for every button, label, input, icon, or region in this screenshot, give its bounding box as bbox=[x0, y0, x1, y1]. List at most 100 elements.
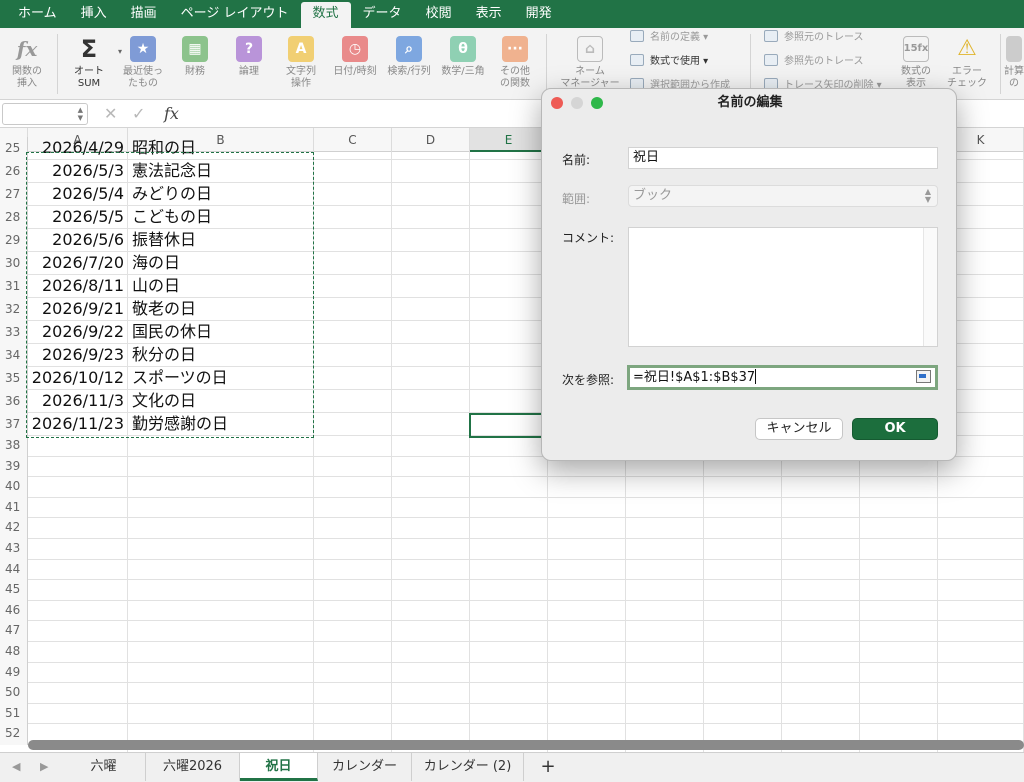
cell-holiday-name[interactable] bbox=[128, 477, 313, 500]
row-header[interactable]: 50 bbox=[0, 683, 28, 704]
next-sheet-icon[interactable]: ▶ bbox=[40, 760, 48, 773]
more-functions-button[interactable]: ··· その他 の関数 bbox=[492, 28, 538, 100]
cell-date[interactable]: 2026/4/29 bbox=[28, 137, 127, 160]
cell-holiday-name[interactable]: 海の日 bbox=[128, 252, 313, 275]
ribbon-tab[interactable]: ホーム bbox=[6, 2, 69, 28]
cell-holiday-name[interactable]: 振替休日 bbox=[128, 229, 313, 252]
trace-dependents-button[interactable]: 参照先のトレース bbox=[764, 54, 864, 70]
sheet-tab[interactable]: カレンダー (2) bbox=[412, 753, 524, 781]
ribbon-tab[interactable]: ページ レイアウト bbox=[169, 2, 301, 28]
ribbon-tab[interactable]: 表示 bbox=[464, 2, 514, 28]
cell-holiday-name[interactable] bbox=[128, 498, 313, 521]
insert-function-icon[interactable]: fx bbox=[164, 104, 179, 123]
collapse-dialog-icon[interactable] bbox=[916, 370, 931, 383]
refers-to-input[interactable]: =祝日!$A$1:$B$37 bbox=[627, 365, 938, 390]
use-in-formula-button[interactable]: 数式で使用 ▾ bbox=[630, 54, 708, 70]
row-header[interactable]: 39 bbox=[0, 456, 28, 478]
cell-holiday-name[interactable] bbox=[128, 580, 313, 603]
trace-precedents-button[interactable]: 参照元のトレース bbox=[764, 30, 864, 46]
row-header[interactable]: 41 bbox=[0, 497, 28, 519]
cell-date[interactable] bbox=[28, 477, 127, 500]
cell-holiday-name[interactable]: 山の日 bbox=[128, 275, 313, 298]
row-header[interactable]: 26 bbox=[0, 160, 28, 183]
datetime-button[interactable]: ◷ 日付/時刻 bbox=[330, 28, 380, 100]
cell-date[interactable]: 2026/5/5 bbox=[28, 206, 127, 229]
financial-button[interactable]: ▦ 財務 bbox=[172, 28, 218, 100]
autosum-button[interactable]: Σ オート SUM ▾ bbox=[64, 28, 122, 100]
math-button[interactable]: θ 数学/三角 bbox=[438, 28, 488, 100]
ribbon-tab[interactable]: 描画 bbox=[119, 2, 169, 28]
row-header[interactable]: 38 bbox=[0, 436, 28, 457]
enter-formula-icon[interactable]: ✓ bbox=[132, 104, 145, 123]
cell-date[interactable] bbox=[28, 601, 127, 624]
close-icon[interactable] bbox=[551, 97, 563, 109]
cell-date[interactable]: 2026/9/22 bbox=[28, 321, 127, 344]
row-header[interactable]: 30 bbox=[0, 252, 28, 275]
zoom-icon[interactable] bbox=[591, 97, 603, 109]
row-header[interactable]: 45 bbox=[0, 580, 28, 601]
row-header[interactable]: 43 bbox=[0, 539, 28, 560]
cell-holiday-name[interactable]: こどもの日 bbox=[128, 206, 313, 229]
cell-holiday-name[interactable] bbox=[128, 683, 313, 706]
name-input[interactable]: 祝日 bbox=[628, 147, 938, 169]
prev-sheet-icon[interactable]: ◀ bbox=[12, 760, 20, 773]
cell-holiday-name[interactable] bbox=[128, 457, 313, 480]
cell-holiday-name[interactable] bbox=[128, 560, 313, 583]
row-header[interactable]: 51 bbox=[0, 703, 28, 725]
cell-holiday-name[interactable] bbox=[128, 704, 313, 727]
logical-button[interactable]: ? 論理 bbox=[226, 28, 272, 100]
ribbon-tab[interactable]: 校閲 bbox=[414, 2, 464, 28]
ribbon-tab[interactable]: 挿入 bbox=[69, 2, 119, 28]
row-header[interactable]: 34 bbox=[0, 344, 28, 367]
lookup-button[interactable]: ⌕ 検索/行列 bbox=[384, 28, 434, 100]
cell-holiday-name[interactable] bbox=[128, 621, 313, 644]
cell-date[interactable] bbox=[28, 663, 127, 686]
sheet-tab[interactable]: 六曜2026 bbox=[146, 753, 240, 781]
sheet-tab[interactable]: 六曜 bbox=[62, 753, 146, 781]
ribbon-tab[interactable]: 数式 bbox=[300, 2, 351, 28]
cell-date[interactable]: 2026/9/21 bbox=[28, 298, 127, 321]
cell-holiday-name[interactable]: 秋分の日 bbox=[128, 344, 313, 367]
cancel-button[interactable]: キャンセル bbox=[755, 418, 843, 440]
row-header[interactable]: 37 bbox=[0, 413, 28, 436]
row-header[interactable]: 29 bbox=[0, 229, 28, 252]
cell-date[interactable] bbox=[28, 560, 127, 583]
cell-date[interactable]: 2026/11/23 bbox=[28, 413, 127, 436]
define-name-button[interactable]: 名前の定義 ▾ bbox=[630, 30, 708, 46]
cell-date[interactable]: 2026/5/3 bbox=[28, 160, 127, 183]
cell-holiday-name[interactable] bbox=[128, 642, 313, 665]
cell-holiday-name[interactable] bbox=[128, 663, 313, 686]
cell-holiday-name[interactable] bbox=[128, 518, 313, 541]
cell-date[interactable] bbox=[28, 436, 127, 459]
ok-button[interactable]: OK bbox=[852, 418, 938, 440]
cell-holiday-name[interactable]: 国民の休日 bbox=[128, 321, 313, 344]
row-header[interactable]: 49 bbox=[0, 662, 28, 684]
row-header[interactable]: 44 bbox=[0, 559, 28, 581]
row-header[interactable]: 42 bbox=[0, 518, 28, 539]
comment-textarea[interactable] bbox=[628, 227, 938, 347]
cell-date[interactable]: 2026/7/20 bbox=[28, 252, 127, 275]
cell-holiday-name[interactable] bbox=[128, 539, 313, 562]
sheet-tab[interactable]: 祝日 bbox=[240, 753, 318, 781]
cell-date[interactable]: 2026/9/23 bbox=[28, 344, 127, 367]
cell-date[interactable] bbox=[28, 642, 127, 665]
cell-holiday-name[interactable]: 憲法記念日 bbox=[128, 160, 313, 183]
cell-date[interactable] bbox=[28, 518, 127, 541]
row-header[interactable]: 35 bbox=[0, 367, 28, 390]
cell-holiday-name[interactable]: 文化の日 bbox=[128, 390, 313, 413]
cell-date[interactable] bbox=[28, 683, 127, 706]
add-sheet-button[interactable]: + bbox=[536, 753, 560, 781]
row-header[interactable]: 27 bbox=[0, 183, 28, 206]
cell-date[interactable] bbox=[28, 457, 127, 480]
row-header[interactable]: 36 bbox=[0, 390, 28, 413]
recent-functions-button[interactable]: ★ 最近使っ たもの bbox=[120, 28, 166, 100]
row-header[interactable]: 25 bbox=[0, 137, 28, 160]
cell-holiday-name[interactable]: 敬老の日 bbox=[128, 298, 313, 321]
row-header[interactable]: 52 bbox=[0, 724, 28, 745]
cell-date[interactable] bbox=[28, 704, 127, 727]
cell-date[interactable]: 2026/5/6 bbox=[28, 229, 127, 252]
insert-function-button[interactable]: fx 関数の 挿入 bbox=[2, 28, 52, 100]
row-header[interactable]: 46 bbox=[0, 600, 28, 622]
cell-date[interactable]: 2026/10/12 bbox=[28, 367, 127, 390]
cancel-formula-icon[interactable]: ✕ bbox=[104, 104, 117, 123]
